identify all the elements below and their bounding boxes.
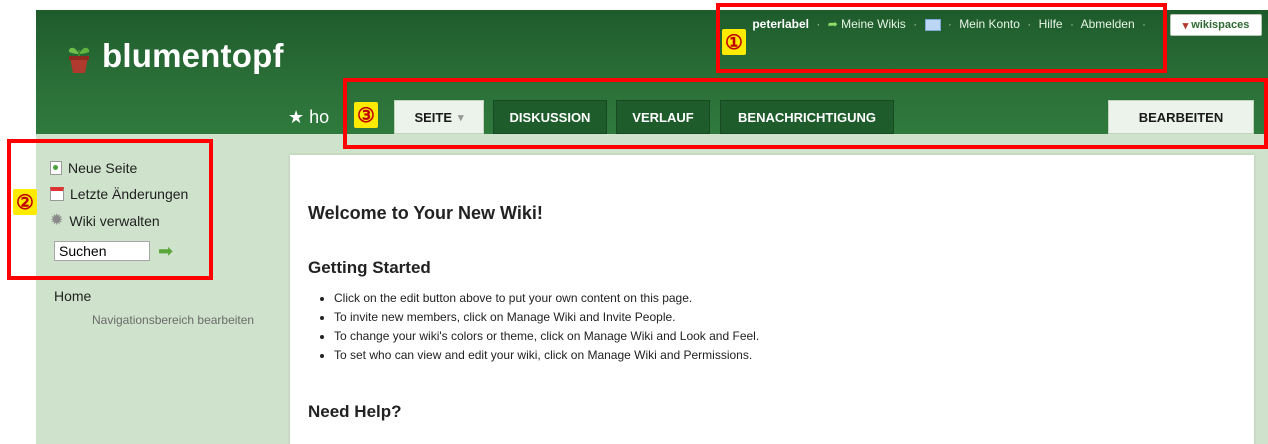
annotation-badge-3: ③ <box>354 102 378 128</box>
welcome-heading: Welcome to Your New Wiki! <box>308 203 543 223</box>
main-content: Welcome to Your New Wiki! Getting Starte… <box>290 155 1254 444</box>
list-item: To set who can view and edit your wiki, … <box>334 346 759 365</box>
page-title: ★ ho <box>288 107 330 127</box>
logo[interactable]: blumentopf <box>66 36 284 76</box>
annotation-badge-2: ② <box>13 189 37 215</box>
list-item: Click on the edit button above to put yo… <box>334 289 759 308</box>
wikispaces-logo-icon: ▾ <box>1182 19 1189 32</box>
callout-user-bar <box>716 3 1167 73</box>
wiki-frame: blumentopf peterlabel · ➦ Meine Wikis · … <box>36 10 1268 444</box>
sidebar-nav-edit-link[interactable]: Navigationsbereich bearbeiten <box>92 313 254 327</box>
annotation-badge-1: ① <box>722 29 746 55</box>
flowerpot-icon <box>68 47 90 73</box>
callout-tab-bar <box>343 78 1268 149</box>
list-item: To invite new members, click on Manage W… <box>334 308 759 327</box>
getting-started-list: Click on the edit button above to put yo… <box>312 289 759 365</box>
wikispaces-badge[interactable]: ▾ wikispaces <box>1170 14 1262 36</box>
list-item: To change your wiki's colors or theme, c… <box>334 327 759 346</box>
sidebar-nav-home[interactable]: Home <box>54 288 91 304</box>
need-help-heading: Need Help? <box>308 402 402 421</box>
callout-sidebar-tools <box>7 139 213 280</box>
wikispaces-label: wikispaces <box>1191 19 1250 31</box>
wiki-name: blumentopf <box>102 37 284 74</box>
getting-started-heading: Getting Started <box>308 258 431 277</box>
